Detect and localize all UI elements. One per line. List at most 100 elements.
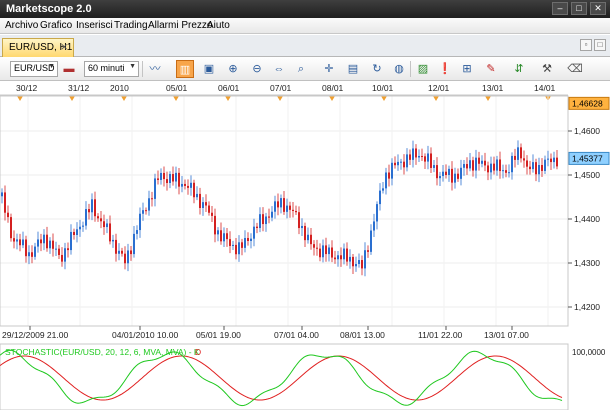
menu-archivo[interactable]: Archivo bbox=[5, 20, 38, 31]
candle-body bbox=[439, 176, 441, 179]
cursor-icon[interactable]: ✛ bbox=[320, 60, 338, 78]
line-chart-icon[interactable]: 〰 bbox=[146, 60, 164, 78]
timeframe-select[interactable]: 60 minuti ▼ bbox=[84, 61, 139, 77]
minimize-icon[interactable]: – bbox=[552, 2, 568, 15]
candle-body bbox=[436, 165, 438, 179]
candle-body bbox=[55, 248, 57, 250]
refresh-icon[interactable]: ↻ bbox=[368, 60, 386, 78]
candle-body bbox=[280, 198, 282, 208]
close-icon[interactable]: ✕ bbox=[590, 2, 606, 15]
zoom-out-icon[interactable]: ⊖ bbox=[248, 60, 266, 78]
bar-chart-type-icon[interactable]: ▬ bbox=[60, 60, 78, 78]
properties-icon[interactable]: ▤ bbox=[344, 60, 362, 78]
candle-body bbox=[136, 230, 138, 234]
eraser-icon[interactable]: ⌫ bbox=[566, 60, 584, 78]
candle-body bbox=[493, 163, 495, 171]
candle-body bbox=[457, 173, 459, 179]
candle-body bbox=[388, 172, 390, 179]
candle-body bbox=[472, 160, 474, 171]
candle-body bbox=[88, 209, 90, 213]
candle-body bbox=[67, 248, 69, 251]
candle-body bbox=[10, 217, 12, 239]
order-icon[interactable]: ⇵ bbox=[510, 60, 528, 78]
candle-body bbox=[118, 250, 120, 254]
menu-grafico[interactable]: Grafico bbox=[40, 20, 72, 31]
candle-body bbox=[292, 209, 294, 211]
tab-restore-icon[interactable]: ▫ bbox=[580, 39, 592, 51]
candle-chart-icon[interactable]: ▥ bbox=[176, 60, 194, 78]
candle-body bbox=[532, 162, 534, 170]
chart-area[interactable]: 30/12 31/12 2010 05/01 06/01 07/01 08/01 10/01 1… bbox=[0, 81, 610, 410]
candle-body bbox=[277, 201, 279, 208]
candle-body bbox=[181, 183, 183, 187]
candle-body bbox=[259, 214, 261, 229]
pen-icon[interactable]: ✎ bbox=[482, 60, 500, 78]
menu-trading[interactable]: Trading bbox=[114, 20, 148, 31]
indicator-icon[interactable]: ⊞ bbox=[458, 60, 476, 78]
candle-body bbox=[160, 172, 162, 180]
candle-body bbox=[526, 160, 528, 167]
top-date-label: 14/01 bbox=[534, 83, 556, 93]
candle-body bbox=[271, 211, 273, 218]
candle-body bbox=[535, 162, 537, 175]
search-icon[interactable]: ⌕ bbox=[292, 60, 310, 78]
candle-body bbox=[226, 233, 228, 240]
candle-body bbox=[1, 192, 3, 197]
candle-body bbox=[133, 233, 135, 255]
chart-window-icon[interactable]: ▣ bbox=[200, 60, 218, 78]
top-date-label: 06/01 bbox=[218, 83, 240, 93]
candle-body bbox=[337, 255, 339, 260]
globe-icon[interactable]: ◍ bbox=[390, 60, 408, 78]
menu-aiuto[interactable]: Aiuto bbox=[207, 20, 230, 31]
maximize-icon[interactable]: □ bbox=[571, 2, 587, 15]
candle-body bbox=[286, 205, 288, 212]
candle-body bbox=[7, 212, 9, 218]
zoom-in-icon[interactable]: ⊕ bbox=[224, 60, 242, 78]
candle-body bbox=[451, 168, 453, 183]
candle-body bbox=[205, 202, 207, 206]
candle-body bbox=[220, 230, 222, 242]
menu-inserisci[interactable]: Inserisci bbox=[76, 20, 113, 31]
candle-body bbox=[553, 157, 555, 163]
candle-body bbox=[382, 188, 384, 191]
candle-body bbox=[199, 193, 201, 208]
candle-body bbox=[157, 178, 159, 180]
candle-body bbox=[544, 159, 546, 171]
scroll-icon[interactable]: ⇔ bbox=[270, 60, 288, 78]
candle-body bbox=[328, 247, 330, 255]
candle-body bbox=[169, 174, 171, 184]
candle-body bbox=[430, 153, 432, 168]
candle-body bbox=[16, 239, 18, 242]
tab-eurusd-h1[interactable]: EUR/USD, H1 ✕ bbox=[2, 38, 74, 57]
candle-body bbox=[253, 226, 255, 239]
image-icon[interactable]: ▨ bbox=[414, 60, 432, 78]
stochastic-d-label: D bbox=[195, 347, 201, 357]
candle-body bbox=[478, 157, 480, 164]
candle-body bbox=[550, 158, 552, 163]
candle-body bbox=[229, 239, 231, 246]
candle-body bbox=[31, 252, 33, 257]
candle-body bbox=[538, 165, 540, 175]
candle-body bbox=[481, 160, 483, 164]
bottom-date-label: 29/12/2009 21.00 bbox=[2, 330, 68, 340]
candle-body bbox=[484, 160, 486, 166]
alert-icon[interactable]: ❗ bbox=[436, 60, 454, 78]
candle-body bbox=[391, 162, 393, 179]
candle-body bbox=[175, 172, 177, 182]
window-title: Marketscope 2.0 bbox=[6, 3, 92, 15]
candle-body bbox=[370, 230, 372, 252]
candle-body bbox=[49, 240, 51, 249]
symbol-select[interactable]: EUR/USD ▼ bbox=[10, 61, 58, 77]
candle-body bbox=[268, 216, 270, 218]
chart-toolbar: EUR/USD ▼ ▬ 60 minuti ▼ 〰 ▥ ▣ ⊕ ⊖ ⇔ ⌕ ✛ ▤ … bbox=[0, 57, 610, 81]
chart-svg: 30/12 31/12 2010 05/01 06/01 07/01 08/01 10/01 1… bbox=[0, 81, 610, 410]
candle-body bbox=[529, 166, 531, 170]
candle-body bbox=[373, 221, 375, 231]
drawing-tools-icon[interactable]: ⚒ bbox=[538, 60, 556, 78]
candle-body bbox=[400, 161, 402, 163]
candle-body bbox=[499, 159, 501, 172]
tab-close-icon[interactable]: ✕ bbox=[60, 42, 68, 53]
candle-body bbox=[346, 248, 348, 262]
tab-maximize-icon[interactable]: □ bbox=[594, 39, 606, 51]
menu-allarmi-prezzo[interactable]: Allarmi Prezzo bbox=[148, 20, 212, 31]
